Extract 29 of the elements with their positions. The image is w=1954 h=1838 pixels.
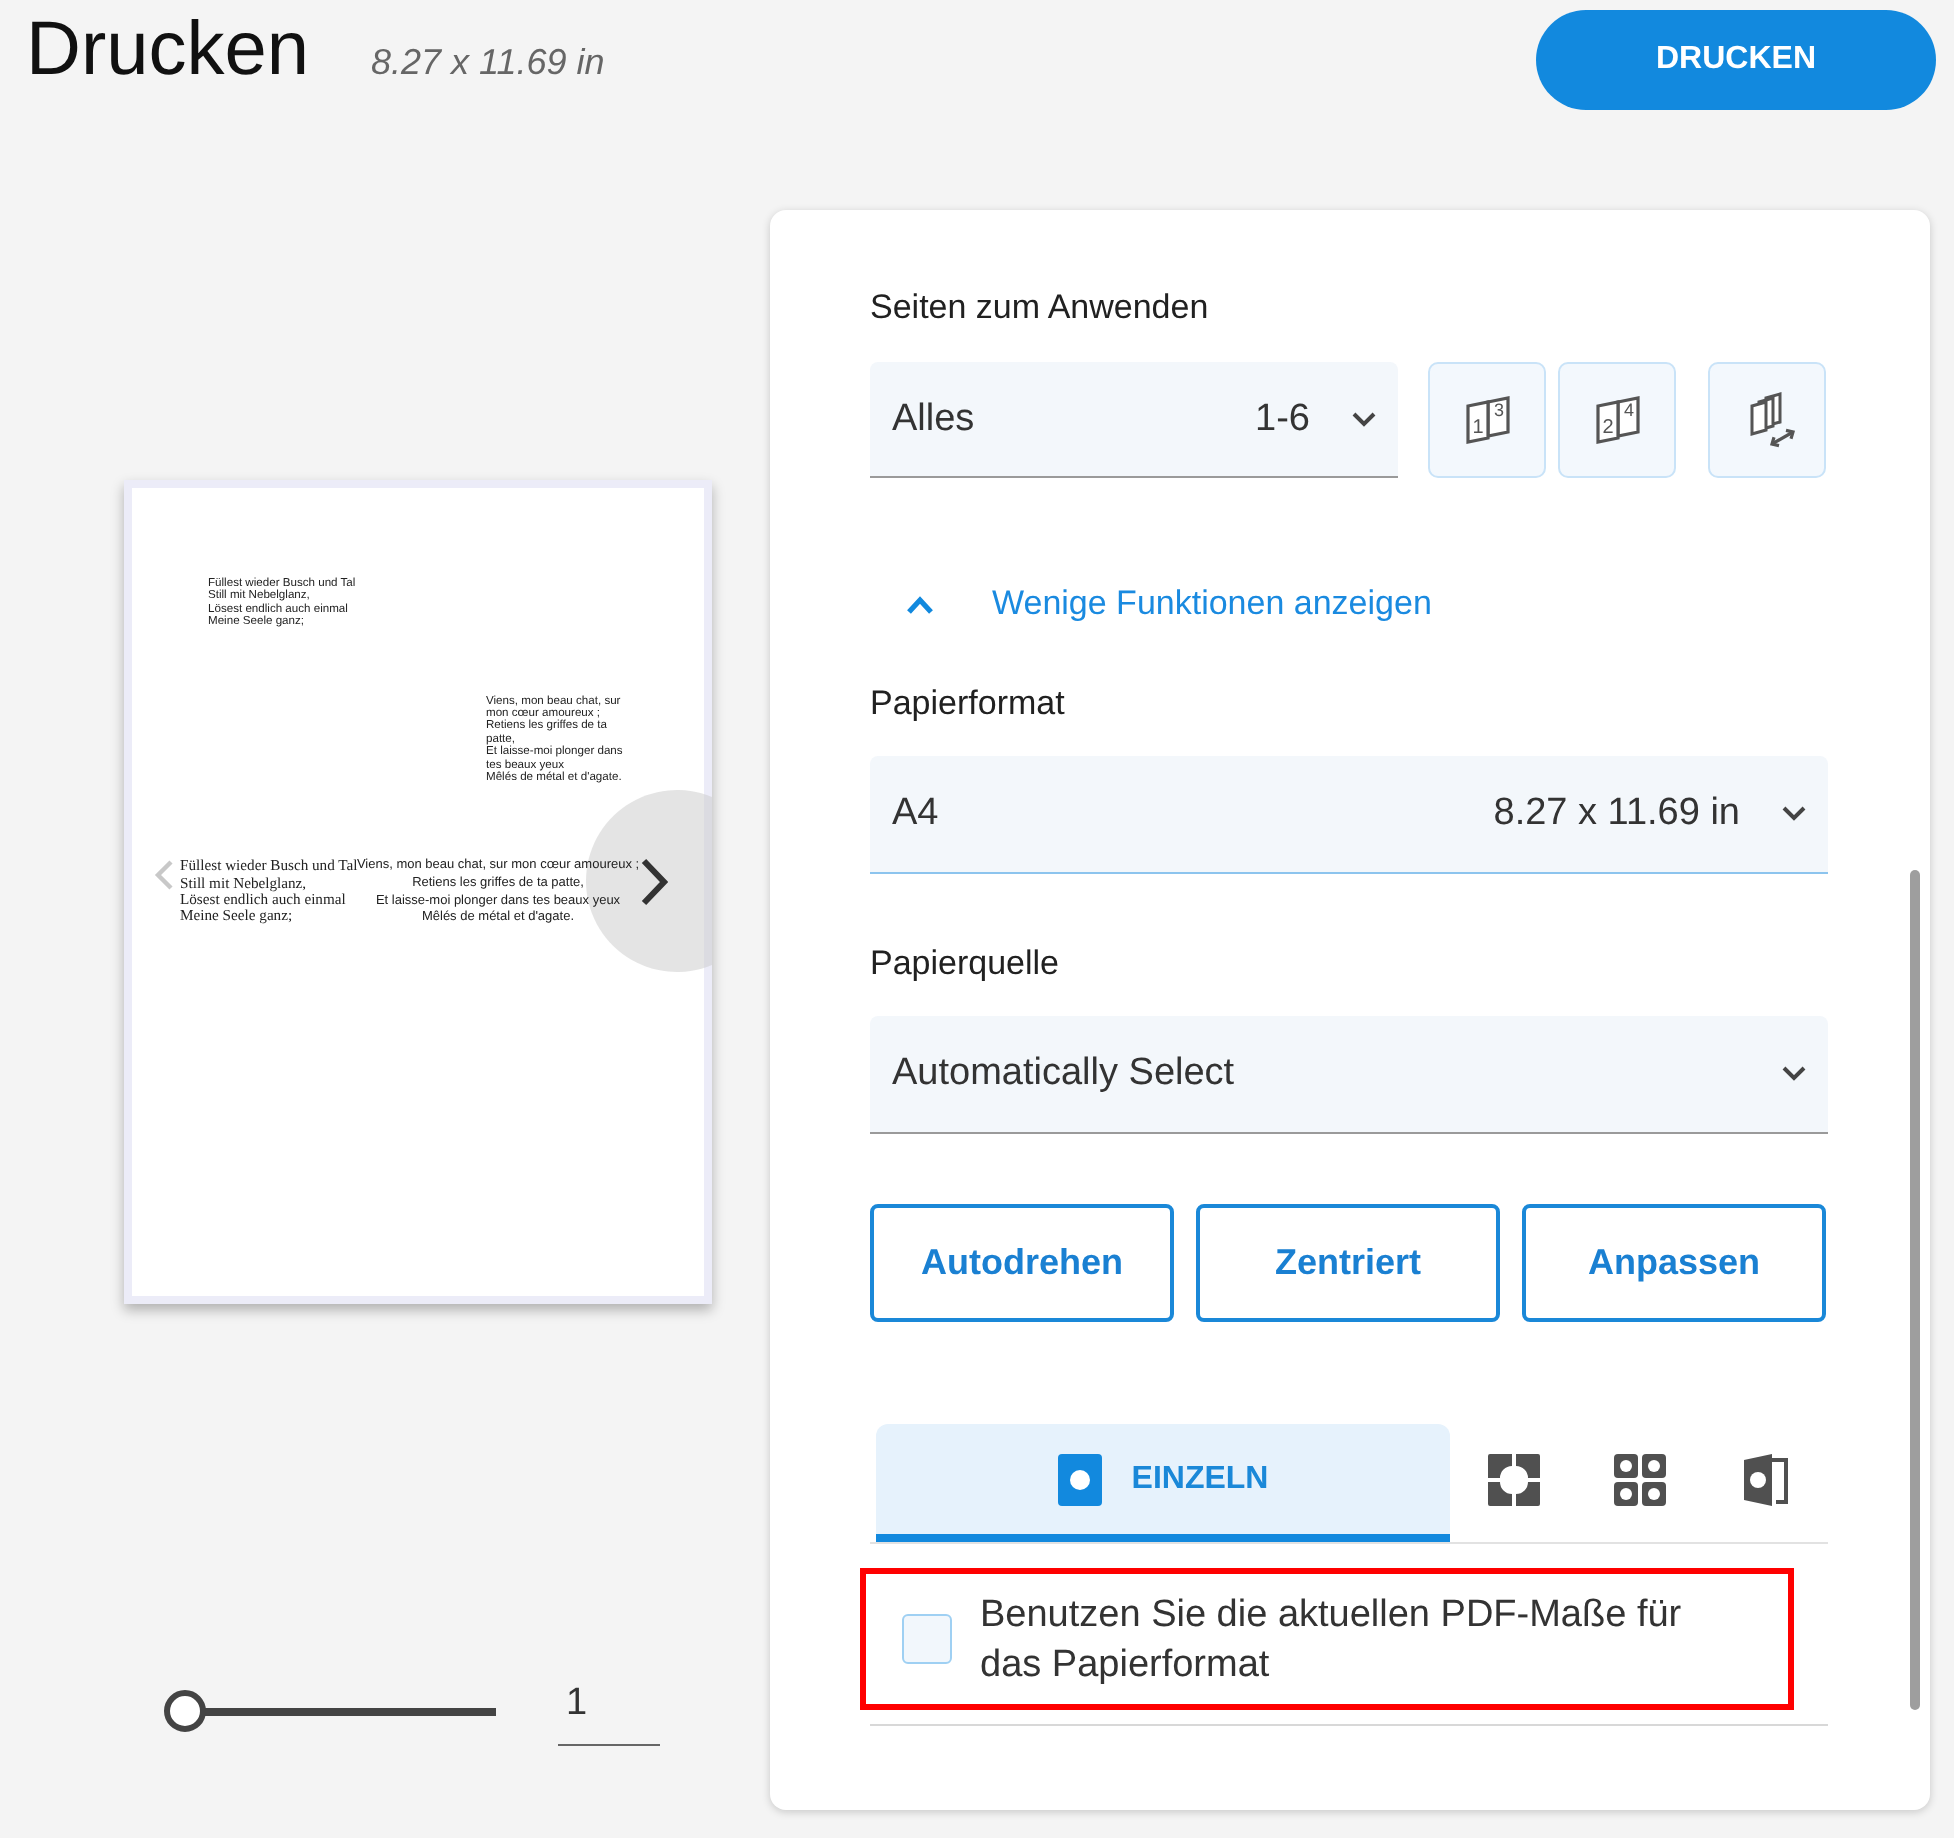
slider-thumb[interactable]	[164, 1690, 206, 1732]
field-label: Papierformat	[870, 684, 1067, 724]
chevron-down-icon	[1352, 411, 1376, 427]
chevron-right-icon	[640, 858, 668, 906]
page-slider[interactable]	[164, 1690, 496, 1732]
option-label: Benutzen Sie die aktuellen PDF-Maße für das Papierformat	[980, 1591, 1684, 1689]
scrollbar[interactable]	[1910, 870, 1920, 1710]
booklet-icon	[1743, 1453, 1787, 1505]
paper-source-select[interactable]: Automatically Select	[870, 1016, 1828, 1134]
grid-icon	[1613, 1453, 1665, 1505]
page-title: Drucken	[26, 6, 309, 96]
print-button[interactable]: DRUCKEN	[1536, 10, 1936, 110]
field-label: Papierquelle	[870, 944, 1062, 984]
checkbox[interactable]	[902, 1614, 952, 1664]
show-fewer-toggle[interactable]: Wenige Funktionen anzeigen	[870, 564, 1432, 644]
page-order-button[interactable]: 2 4	[1558, 362, 1676, 478]
paper-size-text: 8.27 x 11.69 in	[371, 42, 605, 84]
paper-format-select[interactable]: A4 8.27 x 11.69 in	[870, 756, 1828, 874]
tiles-icon	[1487, 1453, 1539, 1505]
page-order-button[interactable]: 1 3	[1428, 362, 1546, 478]
page-range-select[interactable]: Alles 1-6	[870, 362, 1398, 478]
layout-button[interactable]: Zentriert	[1196, 1204, 1500, 1322]
chevron-down-icon	[1782, 1066, 1806, 1082]
layout-button[interactable]: Anpassen	[1522, 1204, 1826, 1322]
page-order-button[interactable]	[1708, 362, 1826, 478]
page-number-field[interactable]: 1	[558, 1676, 660, 1746]
layout-button[interactable]: Autodrehen	[870, 1204, 1174, 1322]
field-label: Seiten zum Anwenden	[870, 288, 1211, 328]
chevron-down-icon	[1782, 806, 1806, 822]
